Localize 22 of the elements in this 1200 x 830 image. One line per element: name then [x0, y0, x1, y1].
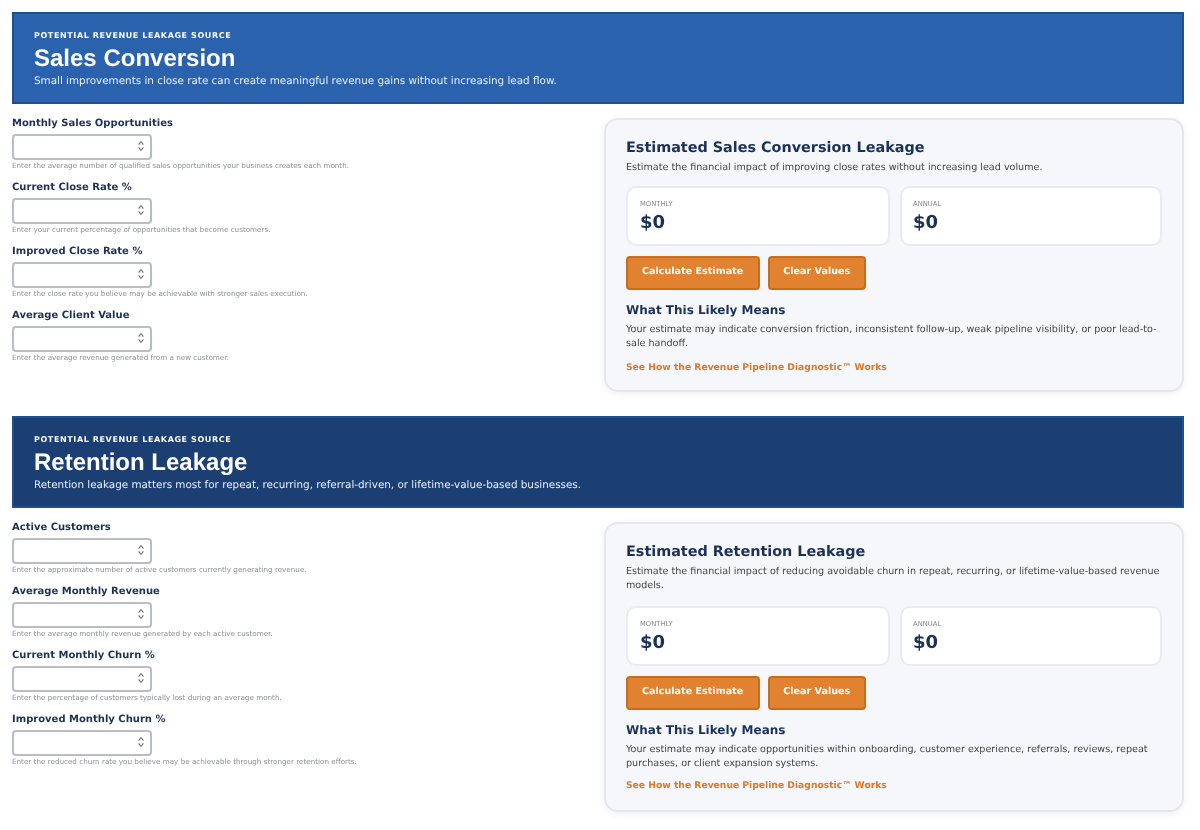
spinner-icon[interactable]: [138, 544, 144, 557]
spinner-icon[interactable]: [138, 268, 144, 280]
stat-value: $0: [913, 633, 941, 654]
spinner-icon[interactable]: [138, 672, 144, 685]
section-title: Retention Leakage: [34, 448, 250, 477]
number-input[interactable]: [12, 261, 152, 287]
spinner-icon[interactable]: [138, 608, 144, 621]
number-input[interactable]: [12, 537, 152, 564]
spinner-icon[interactable]: [138, 736, 144, 749]
number-input[interactable]: [12, 601, 152, 628]
number-input[interactable]: [12, 197, 152, 223]
stat-value: $0: [640, 633, 668, 654]
number-input[interactable]: [12, 325, 152, 351]
spinner-icon[interactable]: [138, 140, 144, 152]
section-title: Sales Conversion: [34, 44, 238, 72]
stat-value: $0: [640, 214, 668, 235]
number-input[interactable]: [12, 729, 152, 756]
spinner-icon[interactable]: [138, 332, 144, 344]
number-input[interactable]: [12, 133, 152, 159]
number-input[interactable]: [12, 665, 152, 692]
spinner-icon[interactable]: [138, 204, 144, 216]
stat-value: $0: [913, 214, 941, 235]
